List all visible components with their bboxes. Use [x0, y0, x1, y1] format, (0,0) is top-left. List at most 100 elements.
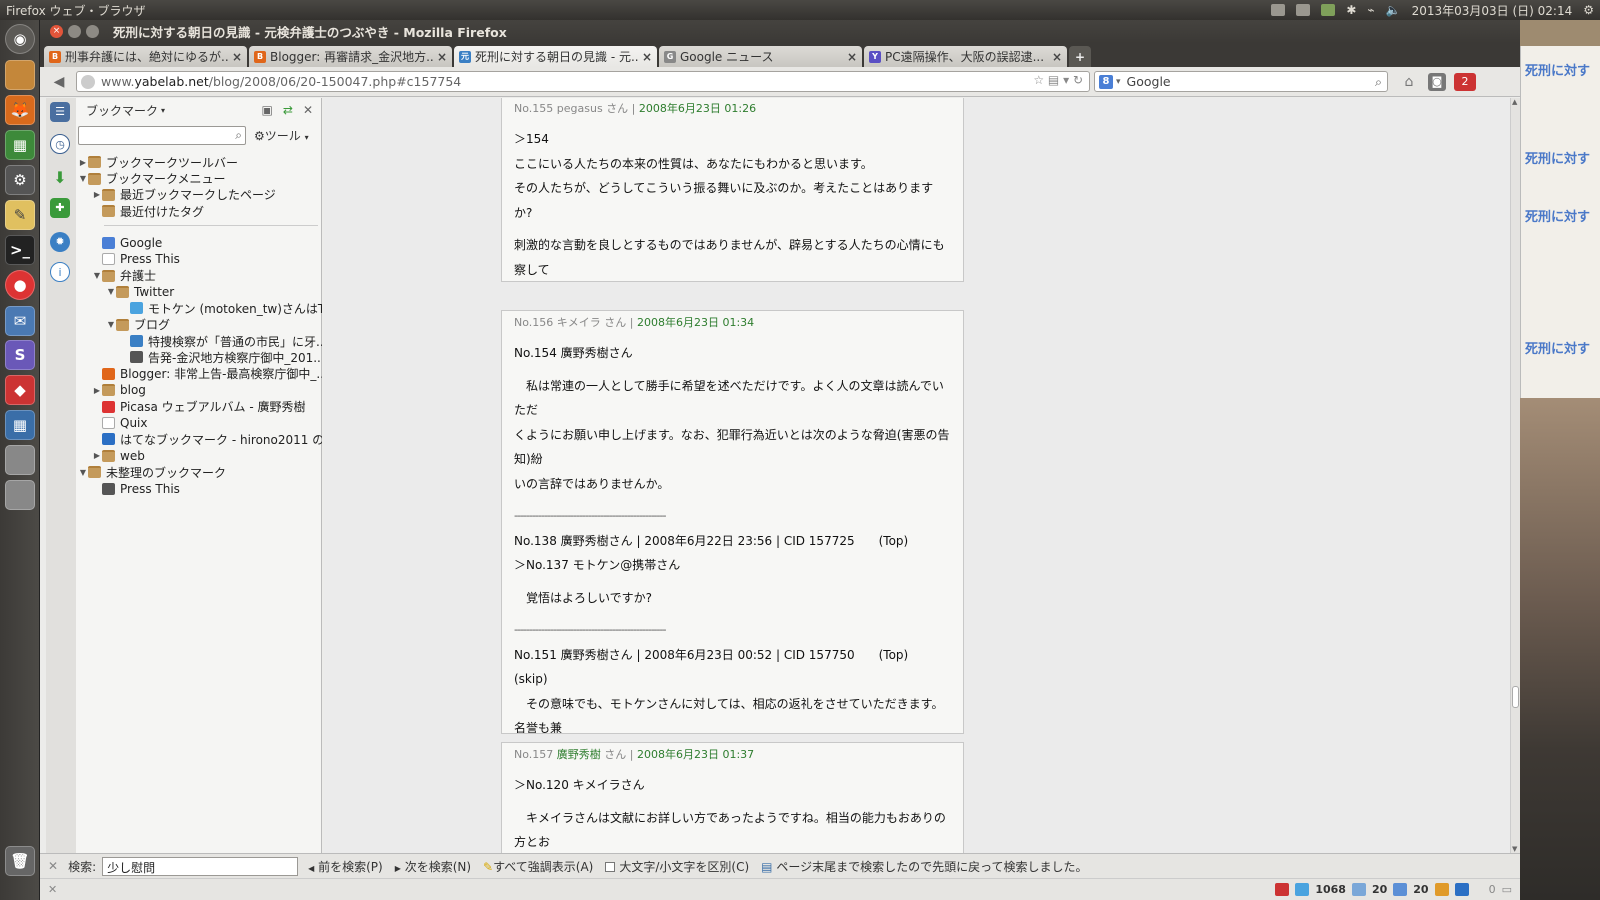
google-engine-icon[interactable]: 8: [1099, 74, 1113, 89]
trash-icon[interactable]: 🗑: [5, 846, 35, 876]
expanded-twisty-icon[interactable]: ▼: [78, 468, 88, 477]
gmail-notifier-icon[interactable]: 2: [1454, 73, 1476, 91]
reload-icon[interactable]: ↻: [1073, 73, 1083, 87]
calc-icon[interactable]: ▦: [5, 130, 35, 160]
commenter-name[interactable]: 廣野秀樹: [557, 748, 601, 761]
find-input[interactable]: 少し慰問: [102, 856, 299, 876]
background-window[interactable]: 死刑に対す 死刑に対す 死刑に対す 死刑に対す: [1520, 46, 1600, 398]
mail-icon[interactable]: [1393, 883, 1408, 896]
expanded-twisty-icon[interactable]: ▼: [92, 271, 102, 280]
tab-close-icon[interactable]: ×: [847, 50, 857, 64]
addon-bar-close-icon[interactable]: ✕: [48, 883, 57, 896]
find-next-button[interactable]: ▶ 次を検索(N): [395, 858, 471, 875]
sidebar-close-icon[interactable]: ✕: [303, 103, 313, 117]
note-icon[interactable]: [1434, 883, 1449, 896]
mail-icon[interactable]: [1296, 4, 1311, 16]
url-bar[interactable]: www. yabelab.net/blog/2008/06/20-150047.p…: [76, 71, 1090, 92]
addon-icon[interactable]: ◙: [1428, 73, 1446, 91]
bookmark-folder[interactable]: ▶ 最近ブックマークしたページ: [76, 187, 322, 203]
drive2-icon[interactable]: [5, 480, 35, 510]
chrome-icon[interactable]: ●: [5, 270, 35, 300]
sidebar-sync-icon[interactable]: ⇄: [283, 103, 293, 117]
bookmark-folder[interactable]: ▼ ブログ: [76, 317, 322, 333]
bookmark-item[interactable]: Quix: [76, 415, 322, 431]
bookmark-item[interactable]: はてなブックマーク - hirono2011 のブ...: [76, 431, 322, 447]
bookmark-folder[interactable]: ▼ Twitter: [76, 284, 322, 300]
addon-c-icon[interactable]: [1275, 883, 1290, 896]
sidebar-tools-menu[interactable]: ⚙ツール ▾: [254, 127, 309, 144]
highlight-all-button[interactable]: ✎すべて強調表示(A): [483, 858, 593, 875]
site-identity-icon[interactable]: [81, 74, 95, 89]
bookmark-folder[interactable]: ▶ ブックマークツールバー: [76, 154, 322, 170]
comment-date-link[interactable]: 2008年6月23日 01:26: [639, 102, 756, 115]
dash-home-icon[interactable]: ◉: [5, 24, 35, 54]
back-icon[interactable]: ◀: [46, 74, 72, 90]
tab-3-active[interactable]: 元 死刑に対する朝日の見識 - 元... ×: [454, 46, 657, 67]
scroll-down-icon[interactable]: ▼: [1512, 845, 1517, 853]
scroll-up-icon[interactable]: ▲: [1512, 98, 1517, 106]
find-prev-button[interactable]: ◀ 前を検索(P): [308, 858, 383, 875]
maximize-window-button[interactable]: [86, 25, 99, 38]
match-case-checkbox[interactable]: 大文字/小文字を区別(C): [605, 858, 749, 875]
app-icon-purple[interactable]: S: [5, 340, 35, 370]
bookmark-item[interactable]: モトケン (motoken_tw)さんはT...: [76, 300, 322, 316]
terminal-icon[interactable]: >_: [5, 235, 35, 265]
collapsed-twisty-icon[interactable]: ▶: [92, 386, 102, 395]
vertical-scrollbar[interactable]: ▲ ▼: [1510, 98, 1520, 853]
bookmark-item[interactable]: Picasa ウェブアルバム - 廣野秀樹: [76, 398, 322, 414]
hatena-icon[interactable]: [1454, 883, 1469, 896]
close-window-button[interactable]: ×: [50, 25, 63, 38]
files-icon[interactable]: [5, 60, 35, 90]
addons-icon[interactable]: ✚: [50, 198, 70, 218]
bookmark-item[interactable]: Press This: [76, 480, 322, 496]
expanded-twisty-icon[interactable]: ▼: [78, 174, 88, 183]
expanded-twisty-icon[interactable]: ▼: [106, 320, 116, 329]
sidebar-title[interactable]: ブックマーク: [86, 102, 158, 119]
tab-1[interactable]: B 刑事弁護には、絶対にゆるが... ×: [44, 46, 247, 67]
firefox-icon[interactable]: 🦊: [5, 95, 35, 125]
bookmark-item[interactable]: 特捜検察が「普通の市民」に牙...: [76, 333, 322, 349]
comment-icon[interactable]: ▭: [1502, 883, 1512, 896]
downloads-icon[interactable]: ⬇: [50, 168, 70, 188]
dropbox-icon[interactable]: [1271, 4, 1286, 16]
app-icon-red[interactable]: ◆: [5, 375, 35, 405]
drive-icon[interactable]: [5, 445, 35, 475]
search-bar[interactable]: 8 ▾ Google ⌕: [1094, 71, 1388, 92]
bookmark-folder[interactable]: ▼ 未整理のブックマーク: [76, 464, 322, 480]
network-icon[interactable]: ⌁: [1367, 3, 1374, 17]
collapsed-twisty-icon[interactable]: ▶: [78, 158, 88, 167]
scrollbar-thumb[interactable]: [1512, 686, 1519, 708]
tab-close-icon[interactable]: ×: [1052, 50, 1062, 64]
sidebar-title-dropdown-icon[interactable]: ▾: [161, 106, 165, 115]
settings-icon[interactable]: ✹: [50, 232, 70, 252]
bookmark-folder[interactable]: ▶ web: [76, 448, 322, 464]
bookmark-item[interactable]: Blogger: 非常上告-最高検察庁御中_...: [76, 366, 322, 382]
search-engine-dropdown-icon[interactable]: ▾: [1116, 77, 1121, 87]
rss-icon[interactable]: ▤: [1048, 73, 1059, 87]
bluetooth-icon[interactable]: ✱: [1346, 3, 1356, 17]
expanded-twisty-icon[interactable]: ▼: [106, 287, 116, 296]
collapsed-twisty-icon[interactable]: ▶: [92, 190, 102, 199]
text-editor-icon[interactable]: ✎: [5, 200, 35, 230]
sidebar-view-icon[interactable]: ▣: [262, 103, 273, 117]
software-center-icon[interactable]: ⚙: [5, 165, 35, 195]
bookmark-item[interactable]: 告発-金沢地方検察庁御中_201...: [76, 349, 322, 365]
tab-close-icon[interactable]: ×: [437, 50, 447, 64]
sidebar-search-input[interactable]: ⌕: [78, 126, 246, 145]
find-close-icon[interactable]: ✕: [48, 859, 58, 873]
minimize-window-button[interactable]: [68, 25, 81, 38]
tab-2[interactable]: B Blogger: 再審請求_金沢地方... ×: [249, 46, 452, 67]
battery-icon[interactable]: [1321, 4, 1336, 16]
twitter-icon[interactable]: [1295, 883, 1310, 896]
tab-5[interactable]: Y PC遠隔操作、大阪の誤認逮... ×: [864, 46, 1067, 67]
workspace-switcher-icon[interactable]: ▦: [5, 410, 35, 440]
info-icon[interactable]: i: [50, 262, 70, 282]
bookmark-folder[interactable]: ▶ blog: [76, 382, 322, 398]
home-icon[interactable]: ⌂: [1400, 73, 1418, 91]
collapsed-twisty-icon[interactable]: ▶: [92, 451, 102, 460]
tab-4[interactable]: G Google ニュース ×: [659, 46, 862, 67]
tab-close-icon[interactable]: ×: [642, 50, 652, 64]
chat-icon[interactable]: [1351, 883, 1366, 896]
clock[interactable]: 2013年03月03日 (日) 02:14: [1412, 2, 1573, 19]
settings-gear-icon[interactable]: ⚙: [1583, 3, 1594, 17]
